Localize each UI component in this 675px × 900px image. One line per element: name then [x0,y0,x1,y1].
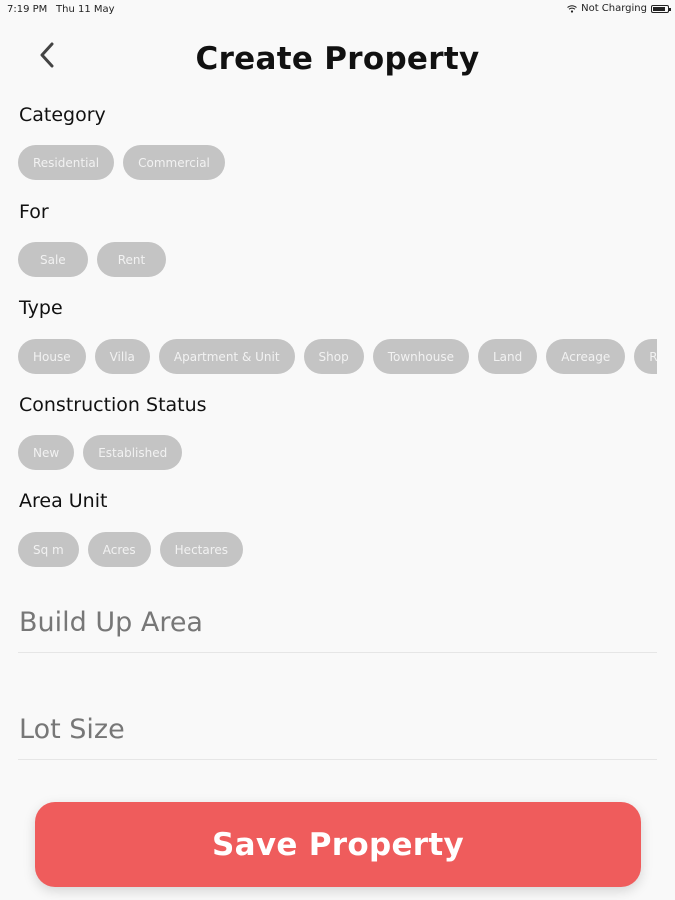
for-label: For [19,201,49,223]
charging-status: Not Charging [581,3,647,14]
category-label: Category [19,104,106,126]
for-chip-rent[interactable]: Rent [96,242,167,277]
area-unit-options: Sq m Acres Hectares [18,532,657,568]
type-chip-townhouse[interactable]: Townhouse [372,339,469,374]
category-chip-commercial[interactable]: Commercial [123,145,225,180]
type-chip-rural[interactable]: Ru [634,339,657,374]
area-unit-chip-hectares[interactable]: Hectares [159,532,244,567]
type-chip-shop[interactable]: Shop [303,339,364,374]
type-chip-acreage[interactable]: Acreage [546,339,626,374]
area-unit-chip-acres[interactable]: Acres [87,532,151,567]
lot-size-input[interactable] [18,700,657,760]
category-chip-residential[interactable]: Residential [18,145,115,180]
for-options: Sale Rent [18,242,657,278]
wifi-icon [567,4,577,13]
build-up-area-input[interactable] [18,593,657,653]
type-chip-apartment-unit[interactable]: Apartment & Unit [158,339,295,374]
page-title: Create Property [195,41,480,77]
area-unit-label: Area Unit [19,490,108,512]
type-chip-house[interactable]: House [18,339,86,374]
status-bar: 7:19 PM Thu 11 May Not Charging [0,0,675,18]
construction-chip-established[interactable]: Established [83,435,183,470]
status-right: Not Charging [567,3,671,14]
type-options[interactable]: House Villa Apartment & Unit Shop Townho… [18,339,657,375]
status-date: Thu 11 May [56,4,115,15]
area-unit-chip-sqm[interactable]: Sq m [18,532,79,567]
type-chip-land[interactable]: Land [477,339,538,374]
construction-chip-new[interactable]: New [18,435,75,470]
type-label: Type [19,297,63,319]
construction-status-label: Construction Status [19,394,207,416]
construction-status-options: New Established [18,435,657,471]
for-chip-sale[interactable]: Sale [18,242,88,277]
battery-icon [651,4,671,13]
status-time: 7:19 PM [7,4,48,15]
save-property-button[interactable]: Save Property [35,802,641,887]
category-options: Residential Commercial [18,145,657,181]
type-chip-villa[interactable]: Villa [94,339,150,374]
header: Create Property [0,34,675,84]
